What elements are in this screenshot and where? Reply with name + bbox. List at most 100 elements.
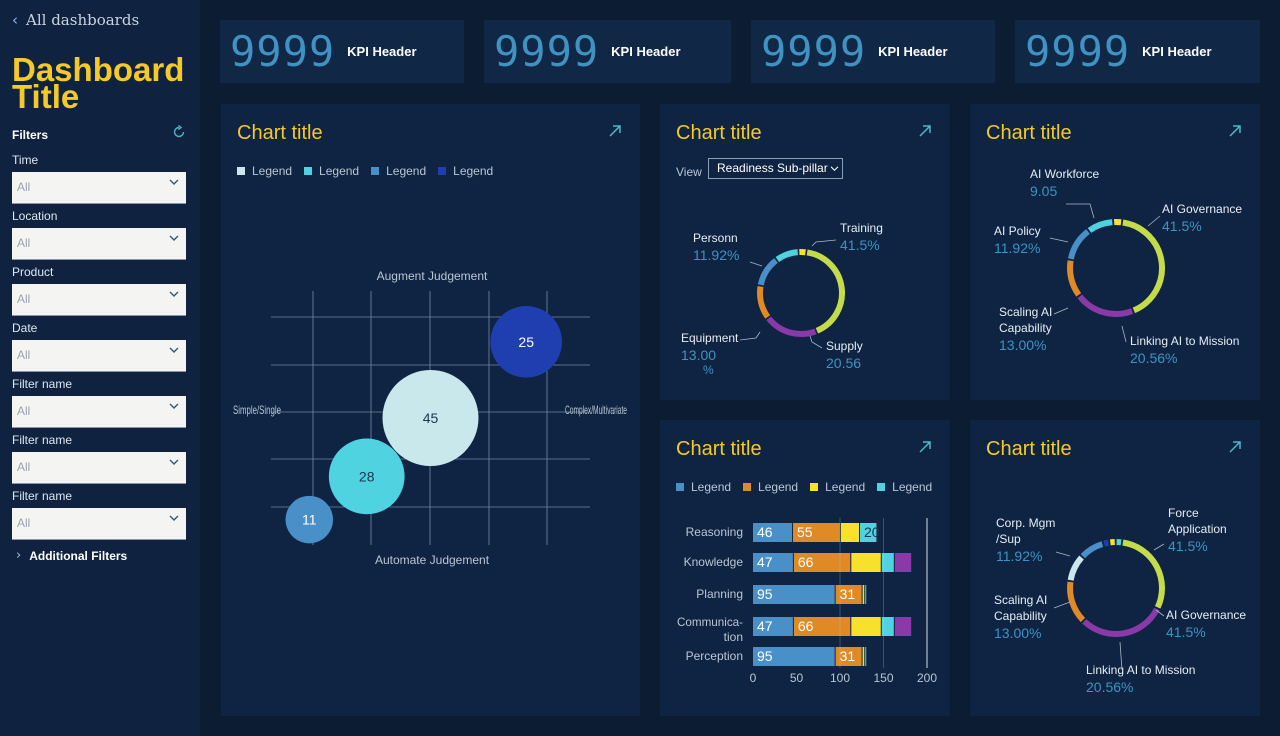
slice-value: 41.5% [1166,624,1206,640]
slice-label: AI Governance [1162,202,1242,216]
leader-line [1066,203,1095,219]
leader-line [1053,307,1069,315]
kpi-value: 9999 [494,27,600,76]
bar-label: 66 [798,618,814,634]
quadrant-label-top: Augment Judgement [377,269,488,283]
bar-label: 47 [757,618,773,634]
x-tick-label: 150 [873,671,893,685]
filter-dropdown[interactable]: All [12,284,186,316]
slice-value: 9.05 [1030,183,1057,199]
filter-dropdown[interactable]: All [12,396,186,428]
leader-line [1053,601,1071,609]
filter-3: Date All [12,322,186,372]
slice-value: 20.56% [1130,350,1177,366]
bubble-chart-panel: Chart title Legend Legend Legend Legend … [221,104,640,716]
bubble-label: 45 [423,410,439,426]
donut-chart-panel: Chart title Force Application 41.5% Corp. M… [970,420,1260,716]
kpi-label: KPI Header [611,44,681,59]
slice-label: AI Policy [994,224,1041,238]
kpi-card: 9999 KPI Header [751,20,995,83]
slice-label: Scaling AI [999,305,1052,319]
leader-line [809,335,823,349]
filter-0: Time All [12,154,186,204]
slice-value: 13.00% [994,625,1041,641]
bar-label: 55 [797,524,813,540]
kpi-label: KPI Header [1142,44,1212,59]
filter-1: Location All [12,210,186,260]
kpi-card: 9999 KPI Header [1015,20,1260,83]
donut-segment [1122,219,1165,314]
donut-segment [1082,607,1160,637]
x-tick-label: 0 [750,671,757,685]
back-to-dashboards-link[interactable]: ‹ All dashboards [12,11,139,29]
x-tick-label: 200 [917,671,937,685]
donut-chart: Training 41.5% Personn 11.92% Equipment 13.00… [681,221,883,377]
donut-chart-panel: Chart title AI Workforce 9.05 AI Governanc… [970,104,1260,400]
chevron-down-icon [169,459,179,465]
quadrant-label-right: Complex/Multivariate [565,403,627,417]
x-tick-label: 50 [790,671,804,685]
donut-segment [1067,229,1090,260]
leader-line [1153,543,1165,551]
bar-segment [862,585,865,604]
chevron-right-icon: › [16,548,22,563]
filters-heading: Filters [12,128,49,142]
slice-value: 20.56 [826,355,861,371]
donut-segment [1067,581,1086,623]
bar-segment [894,553,912,572]
back-link-label: All dashboards [26,11,140,29]
filter-dropdown[interactable]: All [12,508,186,540]
slice-label: Capability [999,321,1052,335]
filter-value: All [17,236,31,250]
bubble-label: 25 [518,334,534,350]
donut-segment [766,316,817,337]
donut-segment [1122,539,1165,609]
additional-filters-toggle[interactable]: › Additional Filters [16,548,127,563]
quadrant-label-left: Simple/Single [233,403,281,417]
filter-5: Filter name All [12,434,186,484]
slice-label: /Sup [996,532,1021,546]
chevron-down-icon [169,515,179,521]
filter-dropdown[interactable]: All [12,340,186,372]
filter-dropdown[interactable]: All [12,172,186,204]
leader-line [1147,215,1161,227]
bar-segment [840,523,860,542]
bar-label: 47 [757,554,773,570]
slice-value: 20.56% [1086,679,1133,695]
bar-segment [862,647,865,666]
chevron-down-icon [169,403,179,409]
quadrant-label-bottom: Automate Judgement [375,553,490,567]
chevron-down-icon [169,291,179,297]
donut-chart-panel: Chart title View Readiness Sub-pillar Tr… [660,104,950,400]
filter-label: Location [12,209,58,223]
category-label: tion [724,630,743,644]
slice-value-overflow: % [703,363,714,377]
kpi-label: KPI Header [878,44,948,59]
donut-segment [1067,555,1084,581]
filter-value: All [17,404,31,418]
filter-value: All [17,348,31,362]
filter-label: Product [12,265,54,279]
filter-value: All [17,292,31,306]
donut-segment [757,258,778,286]
slice-label: Supply [826,339,863,353]
slice-label: AI Workforce [1030,167,1099,181]
filter-4: Filter name All [12,378,186,428]
reset-icon[interactable] [172,125,186,139]
kpi-value: 9999 [230,27,336,76]
filter-label: Filter name [12,433,73,447]
filter-dropdown[interactable]: All [12,452,186,484]
bar-chart: 0 50 100 150 200 Reasoning 46 55 20 Knowledge 47 66… [677,518,937,685]
bar-segment [851,617,881,636]
bubble-label: 11 [302,512,317,528]
filter-label: Date [12,321,38,335]
donut-segment [1087,219,1113,233]
leader-line [749,261,763,267]
dashboard-title: Dashboard Title [12,51,185,115]
donut-chart: Force Application 41.5% Corp. Mgm/Sup 11.92%… [994,506,1246,695]
kpi-card: 9999 KPI Header [484,20,731,83]
donut-segment [1067,260,1082,297]
slice-label: Capability [994,609,1047,623]
bar-label: 46 [757,524,773,540]
filter-dropdown[interactable]: All [12,228,186,260]
